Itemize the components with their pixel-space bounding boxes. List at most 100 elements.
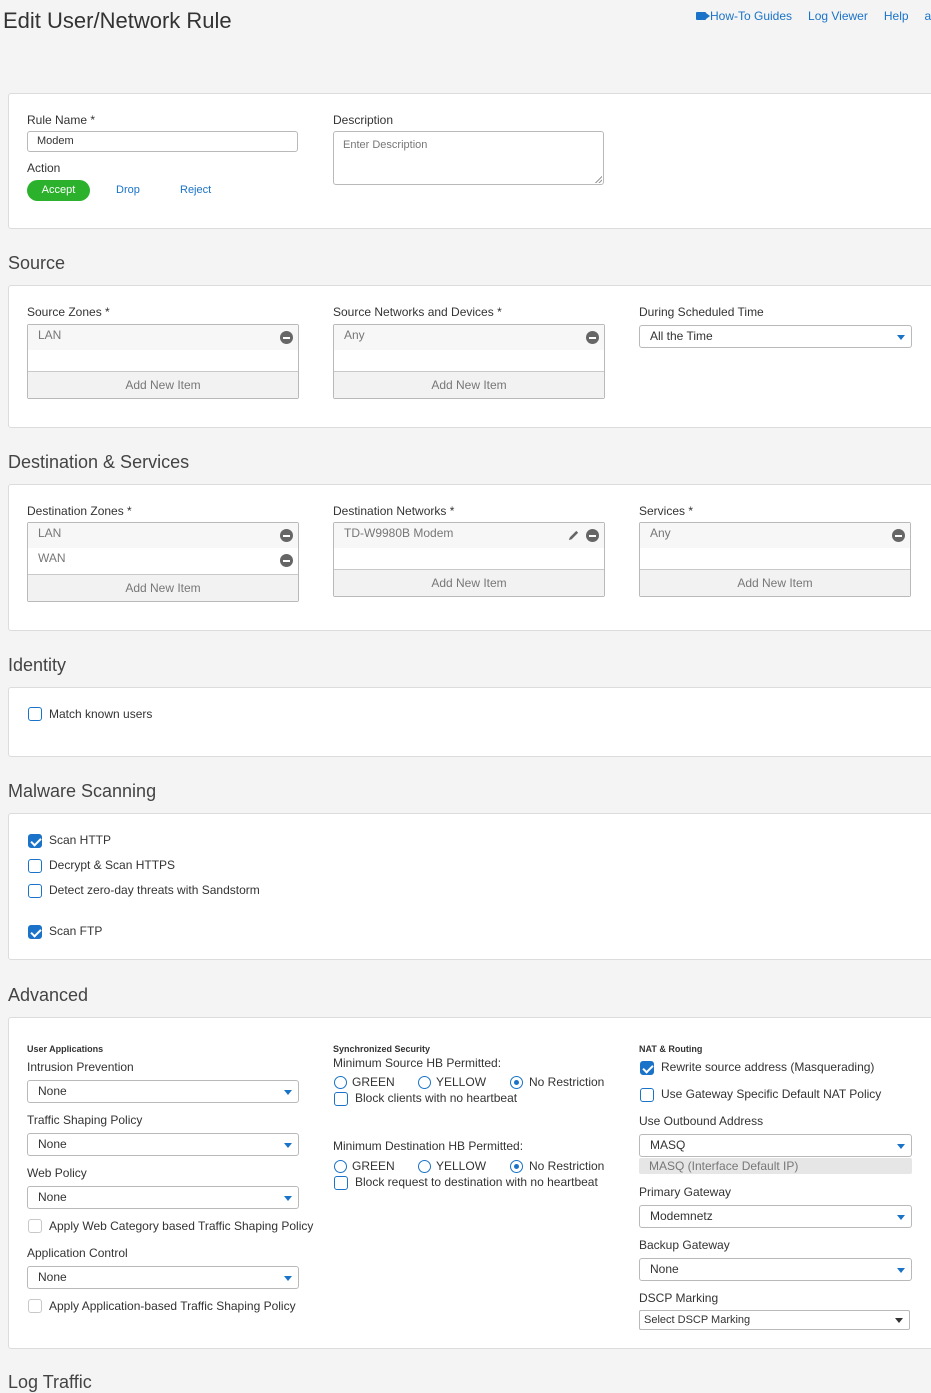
backup-gateway-value: None [650, 1262, 679, 1276]
list-item-label: Any [650, 526, 671, 540]
how-to-guides-link[interactable]: How-To Guides [696, 9, 792, 23]
add-new-item-button[interactable]: Add New Item [28, 574, 298, 601]
app-shaping-label: Apply Application-based Traffic Shaping … [49, 1299, 296, 1313]
dest-yellow-radio[interactable] [418, 1160, 431, 1173]
app-control-label: Application Control [27, 1246, 128, 1260]
web-policy-value: None [38, 1190, 67, 1204]
destination-section-title: Destination & Services [8, 452, 190, 472]
drop-button[interactable]: Drop [116, 184, 140, 196]
services-label: Services * [639, 504, 694, 518]
match-known-users-label: Match known users [49, 707, 153, 721]
sandstorm-label: Detect zero-day threats with Sandstorm [49, 883, 260, 897]
app-shaping-checkbox[interactable] [28, 1299, 42, 1313]
remove-icon[interactable] [280, 331, 293, 344]
decrypt-https-checkbox[interactable] [28, 859, 42, 873]
malware-panel: Scan HTTP Decrypt & Scan HTTPS Detect ze… [8, 813, 931, 960]
dest-green-radio[interactable] [334, 1160, 347, 1173]
source-no-restriction-radio[interactable] [510, 1076, 523, 1089]
how-to-guides-label: How-To Guides [710, 9, 793, 23]
primary-gateway-label: Primary Gateway [639, 1185, 732, 1199]
block-request-checkbox[interactable] [334, 1176, 348, 1190]
admin-link[interactable]: admin [925, 9, 931, 23]
gateway-nat-checkbox[interactable] [640, 1088, 654, 1102]
remove-icon[interactable] [280, 529, 293, 542]
traffic-shaping-label: Traffic Shaping Policy [27, 1113, 143, 1127]
chevron-down-icon [897, 1268, 905, 1273]
primary-gateway-select[interactable]: Modemnetz [639, 1205, 912, 1228]
dscp-marking-label: DSCP Marking [639, 1291, 719, 1305]
list-item-label: Any [344, 328, 365, 342]
remove-icon[interactable] [586, 529, 599, 542]
traffic-shaping-select[interactable]: None [27, 1133, 299, 1156]
outbound-address-select[interactable]: MASQ [639, 1134, 912, 1157]
list-item-label: LAN [38, 526, 62, 540]
video-icon [696, 12, 710, 20]
gateway-nat-label: Use Gateway Specific Default NAT Policy [661, 1087, 882, 1101]
user-applications-heading: User Applications [27, 1044, 104, 1054]
dest-no-restriction-label: No Restriction [529, 1159, 605, 1173]
accept-button[interactable]: Accept [27, 180, 90, 201]
source-section-title: Source [8, 253, 66, 273]
add-new-item-button[interactable]: Add New Item [334, 371, 604, 398]
add-new-item-button[interactable]: Add New Item [28, 371, 298, 398]
rewrite-source-checkbox[interactable] [640, 1061, 654, 1075]
top-links: How-To Guides Log Viewer Help admin [696, 9, 931, 23]
reject-button[interactable]: Reject [180, 184, 211, 196]
source-panel: Source Zones * LAN Add New Item Source N… [8, 285, 931, 428]
remove-icon[interactable] [280, 554, 293, 567]
scan-ftp-checkbox[interactable] [28, 925, 42, 939]
identity-panel: Match known users [8, 687, 931, 757]
chevron-down-icon [897, 1144, 905, 1149]
source-green-label: GREEN [352, 1075, 395, 1089]
block-clients-label: Block clients with no heartbeat [355, 1091, 518, 1105]
app-control-select[interactable]: None [27, 1266, 299, 1289]
resize-handle-icon[interactable] [595, 176, 602, 183]
dscp-marking-select[interactable]: Select DSCP Marking [639, 1310, 910, 1330]
help-link[interactable]: Help [884, 9, 909, 23]
description-label: Description [333, 113, 394, 127]
source-networks-list: Any Add New Item [333, 324, 605, 399]
min-dest-hb-label: Minimum Destination HB Permitted: [333, 1139, 524, 1153]
action-label: Action [27, 161, 61, 175]
ips-label: Intrusion Prevention [27, 1060, 134, 1074]
primary-gateway-value: Modemnetz [650, 1209, 713, 1223]
ips-select[interactable]: None [27, 1080, 299, 1103]
log-viewer-link[interactable]: Log Viewer [808, 9, 868, 23]
page-title: Edit User/Network Rule [3, 8, 232, 33]
rewrite-source-label: Rewrite source address (Masquerading) [661, 1060, 875, 1074]
sync-security-heading: Synchronized Security [333, 1044, 431, 1054]
source-green-radio[interactable] [334, 1076, 347, 1089]
list-item: Any [334, 325, 604, 350]
sandstorm-checkbox[interactable] [28, 884, 42, 898]
identity-section-title: Identity [8, 655, 67, 675]
add-new-item-button[interactable]: Add New Item [334, 569, 604, 596]
remove-icon[interactable] [892, 529, 905, 542]
rule-name-input[interactable]: Modem [27, 131, 298, 152]
destination-zones-label: Destination Zones * [27, 504, 132, 518]
web-policy-select[interactable]: None [27, 1186, 299, 1209]
add-new-item-button[interactable]: Add New Item [640, 569, 910, 596]
chevron-down-icon [284, 1143, 292, 1148]
web-category-shaping-label: Apply Web Category based Traffic Shaping… [49, 1219, 314, 1233]
source-yellow-radio[interactable] [418, 1076, 431, 1089]
min-source-hb-label: Minimum Source HB Permitted: [333, 1056, 502, 1070]
pencil-icon[interactable] [567, 529, 580, 542]
list-item: Any [640, 523, 910, 548]
schedule-select[interactable]: All the Time [639, 325, 912, 348]
web-category-shaping-checkbox[interactable] [28, 1219, 42, 1233]
rule-panel: Rule Name * Modem Action Accept Drop Rej… [8, 93, 931, 229]
block-clients-checkbox[interactable] [334, 1092, 348, 1106]
backup-gateway-select[interactable]: None [639, 1258, 912, 1281]
advanced-panel: User Applications Intrusion Prevention N… [8, 1017, 931, 1349]
match-known-users-checkbox[interactable] [28, 707, 42, 721]
scan-http-checkbox[interactable] [28, 834, 42, 848]
app-control-value: None [38, 1270, 67, 1284]
log-traffic-section-title: Log Traffic [8, 1372, 92, 1392]
dest-yellow-label: YELLOW [436, 1159, 487, 1173]
dest-no-restriction-radio[interactable] [510, 1160, 523, 1173]
remove-icon[interactable] [586, 331, 599, 344]
source-yellow-label: YELLOW [436, 1075, 487, 1089]
destination-zones-list: LAN WAN Add New Item [27, 522, 299, 602]
schedule-value: All the Time [650, 329, 713, 343]
description-input[interactable]: Enter Description [333, 131, 604, 185]
